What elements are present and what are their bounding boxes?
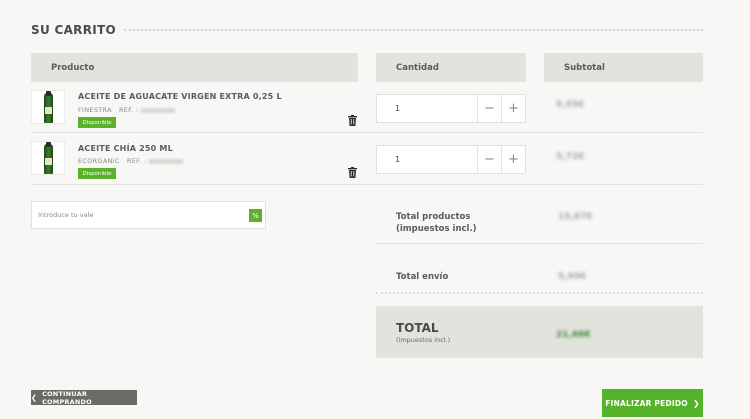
total-shipping-label: Total envío [396,272,449,282]
row-divider [31,132,703,133]
header-quantity: Cantidad [376,53,526,82]
page-title: SU CARRITO [31,23,116,37]
product-ref-label: REF. : [118,106,139,114]
quantity-stepper: 1 − + [376,94,526,123]
quantity-stepper: 1 − + [376,145,526,174]
quantity-plus-button[interactable]: + [501,94,526,123]
continue-shopping-button[interactable]: ❮ CONTINUAR COMPRANDO [31,389,137,406]
finish-order-label: FINALIZAR PEDIDO [605,398,688,408]
product-brand: ECORGANIC [78,157,120,165]
product-name[interactable]: ACEITE CHÍA 250 ML [78,144,173,153]
grand-total-label: TOTAL [396,321,439,335]
trash-icon[interactable] [348,115,357,126]
quantity-plus-button[interactable]: + [501,145,526,174]
bottle-icon [44,91,53,123]
chevron-left-icon: ❮ [31,393,38,402]
grand-total-tax-note: (impuestos incl.) [396,336,451,344]
product-image[interactable] [31,90,65,124]
trash-icon[interactable] [348,167,357,178]
quantity-input[interactable]: 1 [395,104,400,113]
quantity-input[interactable]: 1 [395,155,400,164]
quantity-minus-button[interactable]: − [477,145,502,174]
product-ref-value [141,107,176,113]
total-products-label: Total productos (impuestos incl.) [396,212,477,234]
title-divider [124,29,703,31]
grand-total-box: TOTAL (impuestos incl.) 21,66€ [376,306,703,358]
item-subtotal: 5,72€ [556,152,585,162]
finish-order-button[interactable]: FINALIZAR PEDIDO ❯ [602,389,703,417]
cart-title-row: SU CARRITO [31,22,703,38]
quantity-minus-button[interactable]: − [477,94,502,123]
totals-divider [376,243,703,244]
bottle-icon [44,142,53,174]
voucher-apply-button[interactable]: % [249,209,262,222]
product-ref-label: REF. : [126,157,147,165]
product-brand: FINESTRA [78,106,112,114]
product-name[interactable]: ACEITE DE AGUACATE VIRGEN EXTRA 0,25 L [78,92,282,101]
product-meta: ECORGANIC REF. : [78,157,184,165]
total-products-value: 15,67€ [558,212,593,222]
total-shipping-value: 5,99€ [558,272,587,282]
availability-badge: Disponible [78,168,116,179]
continue-shopping-label: CONTINUAR COMPRANDO [42,389,92,406]
availability-badge: Disponible [78,117,116,128]
product-ref-value [149,158,184,164]
item-subtotal: 9,95€ [556,100,585,110]
header-subtotal: Subtotal [544,53,703,82]
totals-divider-dotted [376,292,703,294]
product-image[interactable] [31,141,65,175]
voucher-input[interactable]: Introduce tu vale [38,211,93,219]
voucher-field: Introduce tu vale % [31,201,266,229]
row-divider [31,184,703,185]
product-meta: FINESTRA REF. : [78,106,176,114]
chevron-right-icon: ❯ [692,398,700,408]
grand-total-value: 21,66€ [556,330,591,340]
header-product: Producto [31,53,358,82]
